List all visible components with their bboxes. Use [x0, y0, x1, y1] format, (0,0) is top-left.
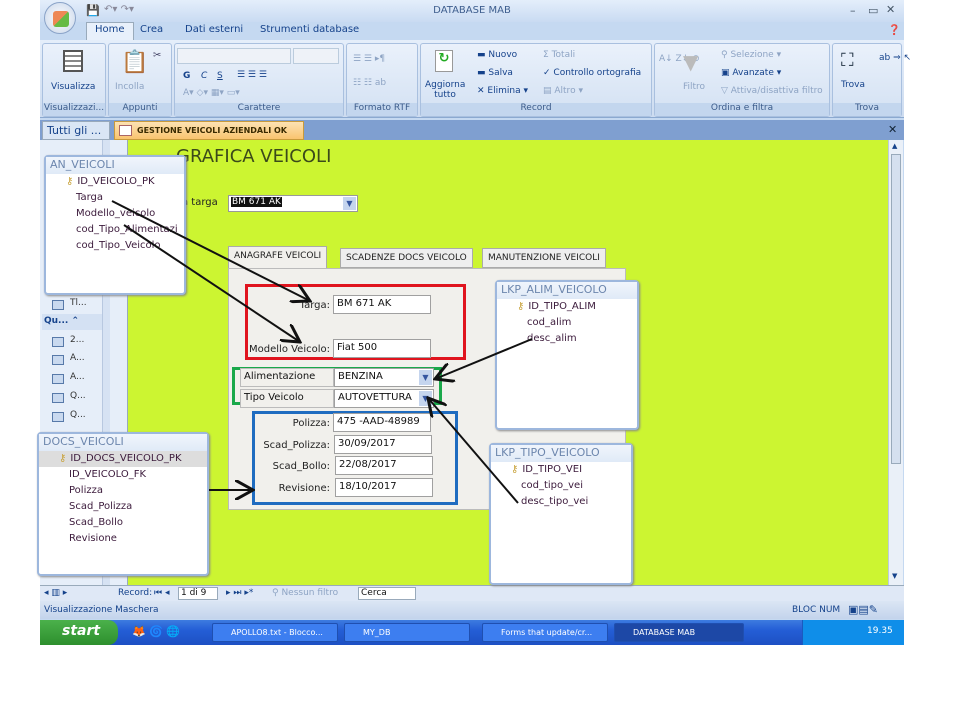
task-chrome[interactable]: Forms that update/cr... [482, 623, 608, 642]
task-database-mab[interactable]: DATABASE MAB [614, 623, 744, 642]
quicklaunch-icons[interactable]: 🦊 🌀 🌐 [132, 625, 180, 638]
clock: 19.35 [867, 626, 893, 636]
annotation-arrows [111, 200, 533, 504]
arrow-alimentazione [435, 338, 533, 379]
task-notepad[interactable]: APOLLO8.txt - Blocco... [212, 623, 338, 642]
task-my-db[interactable]: MY_DB [344, 623, 470, 642]
start-button[interactable]: start [40, 620, 118, 645]
taskbar: start 🦊 🌀 🌐 APOLLO8.txt - Blocco... MY_D… [40, 620, 904, 645]
arrow-tipo-veicolo [428, 398, 519, 504]
arrow-targa [111, 200, 310, 301]
system-tray: 19.35 [802, 620, 904, 645]
